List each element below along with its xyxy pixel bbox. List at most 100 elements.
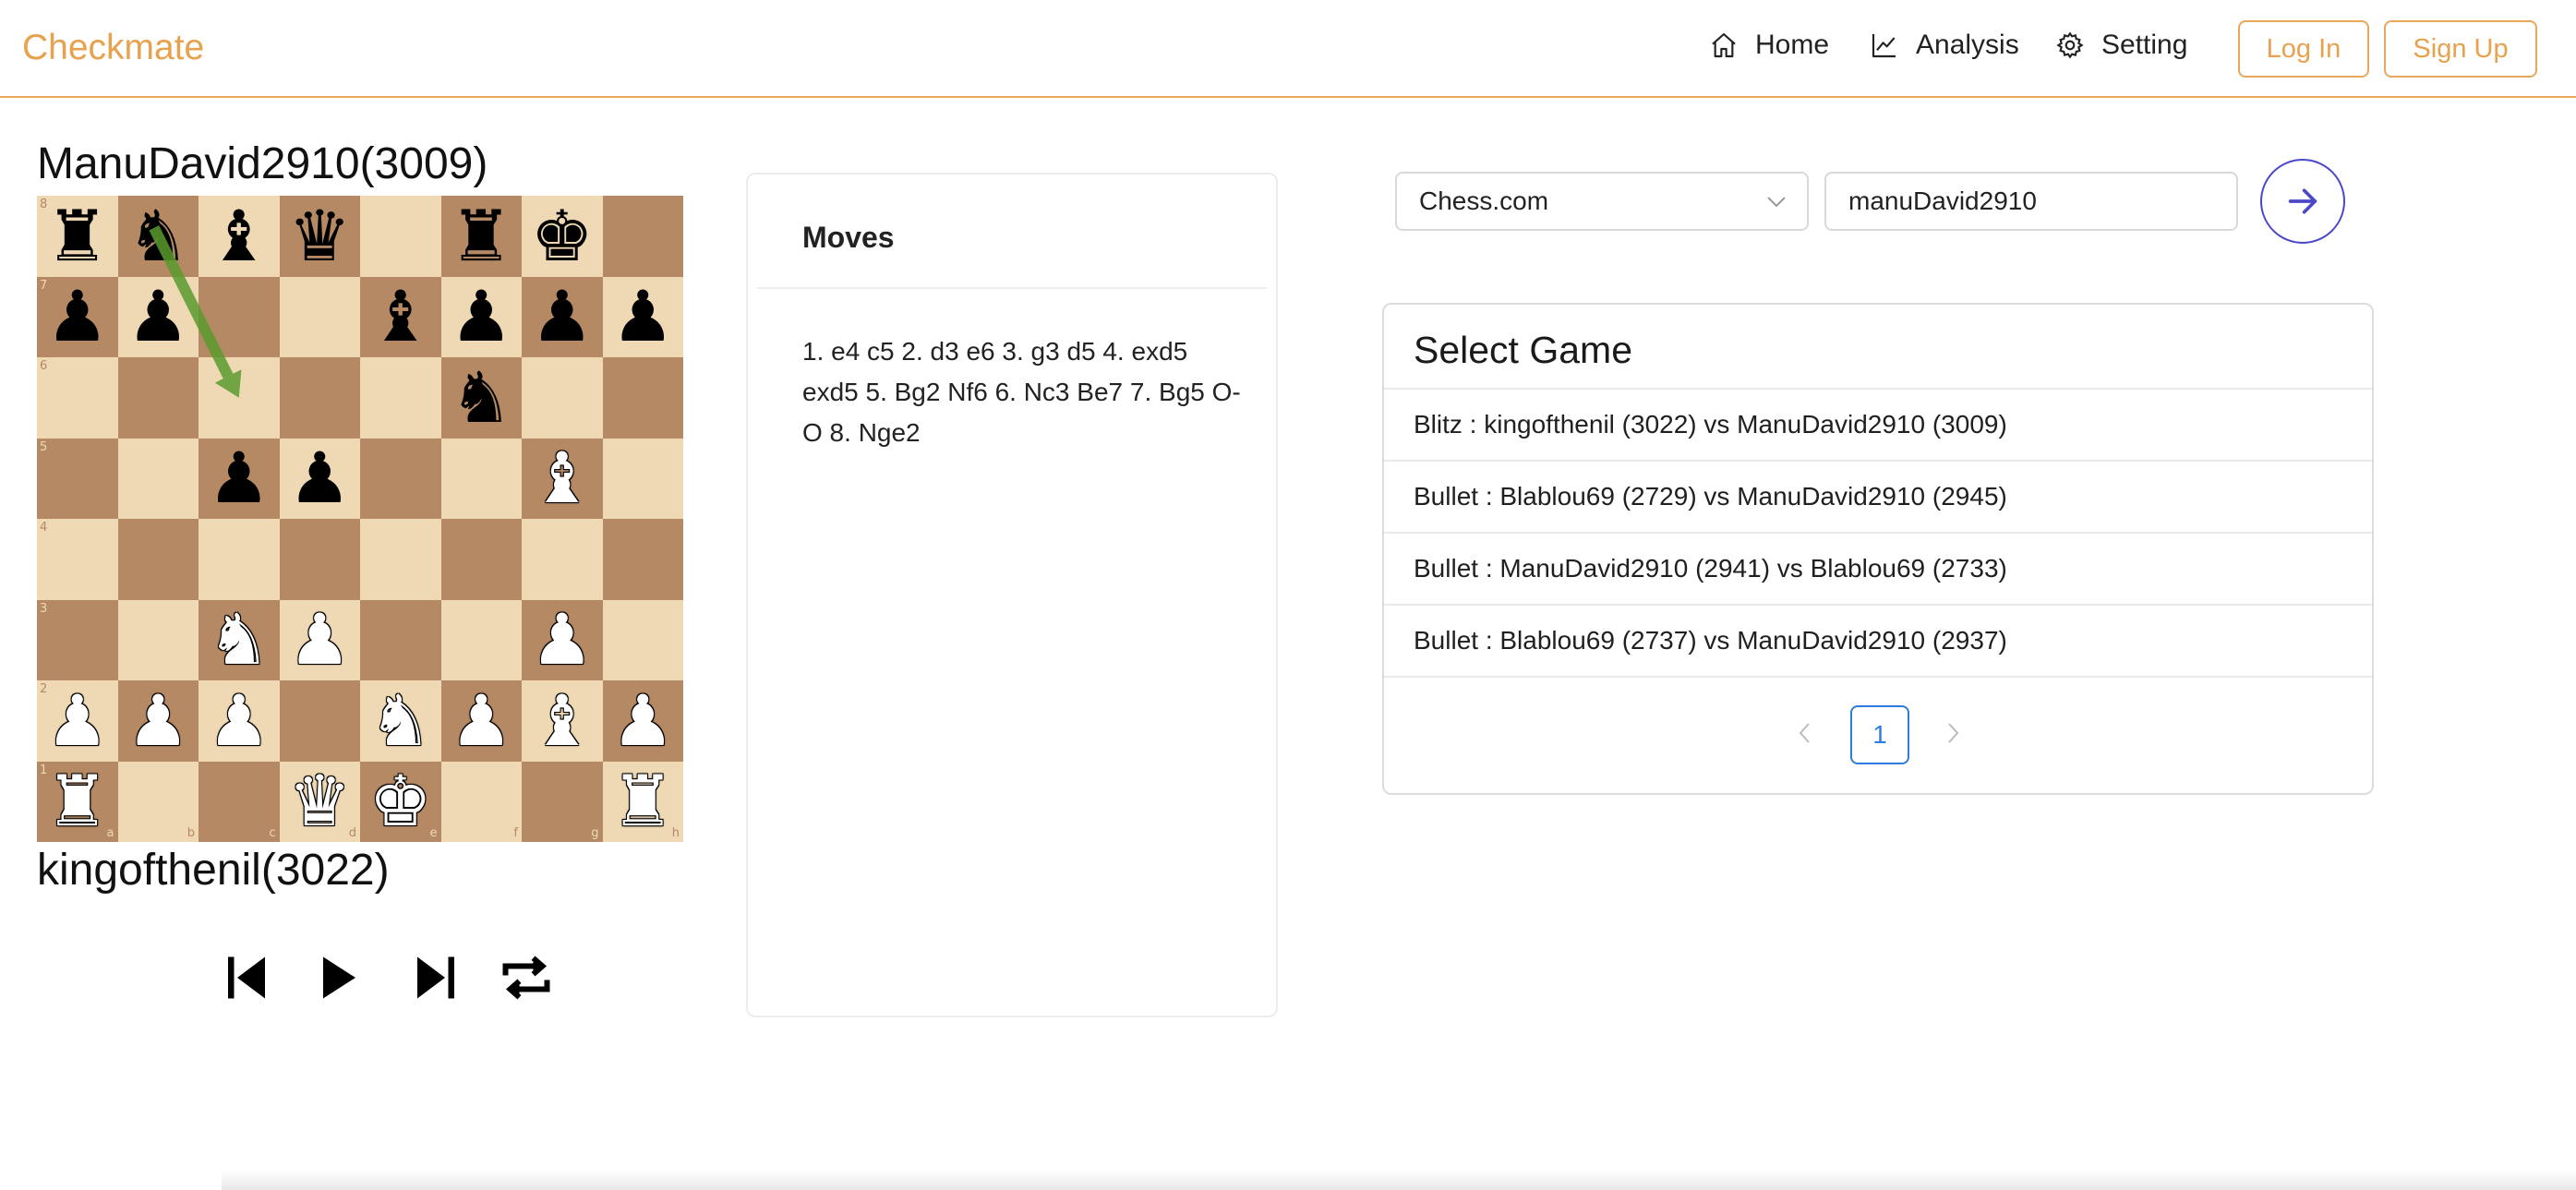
game-list-item[interactable]: Bullet : Blablou69 (2729) vs ManuDavid29…: [1384, 462, 2372, 534]
square-d3[interactable]: ♟: [279, 599, 360, 680]
square-d4[interactable]: [279, 519, 360, 600]
white-bishop-icon[interactable]: ♝: [531, 443, 594, 513]
square-a3[interactable]: 3: [37, 599, 118, 680]
login-button[interactable]: Log In: [2238, 20, 2369, 78]
black-pawn-icon[interactable]: ♟: [46, 282, 109, 352]
square-g2[interactable]: ♝: [522, 680, 603, 762]
black-knight-icon[interactable]: ♞: [126, 200, 189, 271]
square-d2[interactable]: [279, 680, 360, 762]
white-bishop-icon[interactable]: ♝: [531, 685, 594, 756]
square-a4[interactable]: 4: [37, 519, 118, 600]
square-g3[interactable]: ♟: [522, 599, 603, 680]
white-rook-icon[interactable]: ♜: [46, 766, 109, 836]
square-f2[interactable]: ♟: [440, 680, 522, 762]
square-c4[interactable]: [199, 519, 280, 600]
square-d5[interactable]: ♟: [279, 438, 360, 519]
square-c7[interactable]: [199, 276, 280, 357]
page-number-current[interactable]: 1: [1850, 705, 1909, 764]
square-e8[interactable]: [360, 196, 441, 277]
square-c5[interactable]: ♟: [199, 438, 280, 519]
square-a1[interactable]: 1 a ♜: [37, 761, 118, 842]
square-h2[interactable]: ♟: [602, 680, 683, 762]
square-b1[interactable]: b: [117, 761, 199, 842]
square-f4[interactable]: [440, 519, 522, 600]
square-b6[interactable]: [117, 357, 199, 439]
black-rook-icon[interactable]: ♜: [46, 200, 109, 271]
game-list-item[interactable]: Bullet : ManuDavid2910 (2941) vs Blablou…: [1384, 534, 2372, 606]
square-a7[interactable]: 7 ♟: [37, 276, 118, 357]
moves-list[interactable]: 1. e4 c5 2. d3 e6 3. g3 d5 4. exd5 exd5 …: [802, 331, 1246, 453]
square-e3[interactable]: [360, 599, 441, 680]
white-pawn-icon[interactable]: ♟: [208, 685, 271, 756]
black-rook-icon[interactable]: ♜: [450, 200, 512, 271]
square-e7[interactable]: ♝: [360, 276, 441, 357]
last-move-button[interactable]: [405, 947, 466, 1008]
repeat-button[interactable]: [496, 947, 557, 1008]
square-g5[interactable]: ♝: [522, 438, 603, 519]
square-h8[interactable]: [602, 196, 683, 277]
square-d1[interactable]: d ♛: [279, 761, 360, 842]
black-pawn-icon[interactable]: ♟: [288, 443, 351, 513]
square-f6[interactable]: ♞: [440, 357, 522, 439]
platform-select[interactable]: Chess.com: [1395, 172, 1809, 231]
square-f7[interactable]: ♟: [440, 276, 522, 357]
square-b3[interactable]: [117, 599, 199, 680]
play-button[interactable]: [307, 947, 367, 1008]
white-pawn-icon[interactable]: ♟: [126, 685, 189, 756]
black-knight-icon[interactable]: ♞: [450, 362, 512, 433]
square-f5[interactable]: [440, 438, 522, 519]
square-h1[interactable]: h ♜: [602, 761, 683, 842]
square-e1[interactable]: e ♚: [360, 761, 441, 842]
username-input[interactable]: [1824, 172, 2238, 231]
square-b5[interactable]: [117, 438, 199, 519]
square-f8[interactable]: ♜: [440, 196, 522, 277]
square-a6[interactable]: 6: [37, 357, 118, 439]
next-page-button[interactable]: [1934, 715, 1971, 751]
white-rook-icon[interactable]: ♜: [611, 766, 674, 836]
black-pawn-icon[interactable]: ♟: [531, 282, 594, 352]
black-pawn-icon[interactable]: ♟: [450, 282, 512, 352]
square-g4[interactable]: [522, 519, 603, 600]
square-e4[interactable]: [360, 519, 441, 600]
square-b4[interactable]: [117, 519, 199, 600]
square-g6[interactable]: [522, 357, 603, 439]
square-a8[interactable]: 8 ♜: [37, 196, 118, 277]
black-pawn-icon[interactable]: ♟: [611, 282, 674, 352]
square-e5[interactable]: [360, 438, 441, 519]
white-pawn-icon[interactable]: ♟: [611, 685, 674, 756]
nav-analysis[interactable]: Analysis: [1870, 30, 2019, 61]
square-f3[interactable]: [440, 599, 522, 680]
square-a2[interactable]: 2 ♟: [37, 680, 118, 762]
square-e6[interactable]: [360, 357, 441, 439]
square-h5[interactable]: [602, 438, 683, 519]
signup-button[interactable]: Sign Up: [2384, 20, 2537, 78]
black-king-icon[interactable]: ♚: [531, 200, 594, 271]
first-move-button[interactable]: [216, 947, 277, 1008]
game-list-item[interactable]: Blitz : kingofthenil (3022) vs ManuDavid…: [1384, 390, 2372, 462]
black-pawn-icon[interactable]: ♟: [208, 443, 271, 513]
white-knight-icon[interactable]: ♞: [369, 685, 432, 756]
square-d6[interactable]: [279, 357, 360, 439]
square-g7[interactable]: ♟: [522, 276, 603, 357]
nav-home[interactable]: Home: [1709, 30, 1829, 61]
black-queen-icon[interactable]: ♛: [288, 200, 351, 271]
square-b2[interactable]: ♟: [117, 680, 199, 762]
square-b7[interactable]: ♟: [117, 276, 199, 357]
square-a5[interactable]: 5: [37, 438, 118, 519]
square-h4[interactable]: [602, 519, 683, 600]
search-submit-button[interactable]: [2260, 159, 2345, 244]
square-c3[interactable]: ♞: [199, 599, 280, 680]
white-pawn-icon[interactable]: ♟: [46, 685, 109, 756]
black-pawn-icon[interactable]: ♟: [126, 282, 189, 352]
square-h6[interactable]: [602, 357, 683, 439]
chess-board[interactable]: 8 ♜ ♞ ♝ ♛ ♜ ♚ 7 ♟ ♟ ♝ ♟ ♟ ♟ 6 ♞ 5 ♟ ♟ ♝ 4 3 ♞ ♟ ♟ 2 ♟ ♟ ♟ ♞ ♟ ♝ ♟ 1 a ♜ b c d ♛…: [37, 196, 683, 842]
white-king-icon[interactable]: ♚: [369, 766, 432, 836]
square-g8[interactable]: ♚: [522, 196, 603, 277]
square-d8[interactable]: ♛: [279, 196, 360, 277]
white-queen-icon[interactable]: ♛: [288, 766, 351, 836]
square-b8[interactable]: ♞: [117, 196, 199, 277]
white-knight-icon[interactable]: ♞: [208, 605, 271, 675]
square-c8[interactable]: ♝: [199, 196, 280, 277]
square-c6[interactable]: [199, 357, 280, 439]
white-pawn-icon[interactable]: ♟: [288, 605, 351, 675]
